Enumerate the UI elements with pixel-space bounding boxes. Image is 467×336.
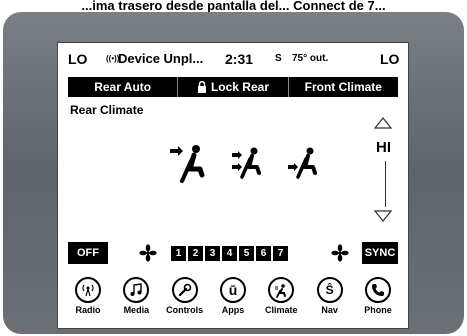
lock-icon [197,81,206,93]
off-button[interactable]: OFF [68,242,108,264]
temp-up-arrow-icon[interactable] [374,117,392,129]
fan-level-6[interactable]: 6 [256,246,271,261]
fan-level-5[interactable]: 5 [239,246,254,261]
sync-button[interactable]: SYNC [362,242,398,264]
phone-icon [364,277,391,303]
tab-lock-rear-label: Lock Rear [210,80,269,94]
media-icon [123,277,150,303]
fan-control-row: OFF 1 2 3 4 5 6 7 SYNC [68,242,398,264]
fan-level-7[interactable]: 7 [273,246,288,261]
radio-icon [75,277,101,303]
tab-front-climate[interactable]: Front Climate [289,77,398,97]
fan-high-icon[interactable] [331,244,349,262]
fan-level-bar: 1 2 3 4 5 6 7 [171,246,288,261]
display-screen: LO ((•)) Device Unpl... 2:31 S 75° out. … [57,42,409,329]
dock-apps-label: Apps [221,305,245,315]
compass-heading: S [275,53,282,64]
tab-rear-auto-label: Rear Auto [94,80,152,94]
driver-temp: LO [68,51,88,67]
dock-media[interactable]: Media [112,277,160,325]
temperature-value: HI [376,139,391,156]
dock-apps[interactable]: ū Apps [209,277,257,325]
fan-level-3[interactable]: 3 [205,246,220,261]
dock-controls-label: Controls [166,305,204,315]
tab-front-climate-label: Front Climate [304,80,382,94]
tab-lock-rear[interactable]: Lock Rear [178,77,289,97]
mode-bilevel-icon[interactable] [230,143,270,183]
mode-floor-icon[interactable] [286,143,326,183]
dock-climate[interactable]: Climate [257,277,305,325]
apps-icon: ū [219,277,246,303]
fan-level-1[interactable]: 1 [171,246,186,261]
clock-time: 2:31 [225,51,254,67]
climate-icon [268,277,295,303]
tab-bar: Rear Auto Lock Rear Front Climate [68,77,398,97]
outside-temp: 75° out. [292,53,329,64]
temp-down-arrow-icon[interactable] [374,210,392,222]
dock-controls[interactable]: Controls [161,277,209,325]
dock-nav-label: Nav [321,305,338,315]
fan-low-icon[interactable] [139,244,157,262]
dock-media-label: Media [123,305,150,315]
passenger-temp: LO [380,51,400,67]
mode-face-icon[interactable] [170,143,210,183]
bezel: LO ((•)) Device Unpl... 2:31 S 75° out. … [3,12,464,334]
app-dock: Radio Media Controls ū Apps Climate Ŝ Na… [64,277,402,325]
tab-rear-auto[interactable]: Rear Auto [68,77,179,97]
temperature-slider-track[interactable] [385,161,386,207]
page-title: Rear Climate [70,103,144,117]
dock-radio[interactable]: Radio [64,277,112,325]
dock-nav[interactable]: Ŝ Nav [306,277,354,325]
fan-level-2[interactable]: 2 [188,246,203,261]
controls-icon [171,277,198,303]
nav-icon: Ŝ [316,277,343,303]
dock-phone[interactable]: Phone [354,277,402,325]
dock-phone-label: Phone [364,305,392,315]
dock-radio-label: Radio [75,305,101,315]
fan-level-4[interactable]: 4 [222,246,237,261]
status-bar: LO ((•)) Device Unpl... 2:31 S 75° out. … [58,49,408,69]
device-text: Device Unpl... [118,51,204,66]
dock-climate-label: Climate [265,305,298,315]
